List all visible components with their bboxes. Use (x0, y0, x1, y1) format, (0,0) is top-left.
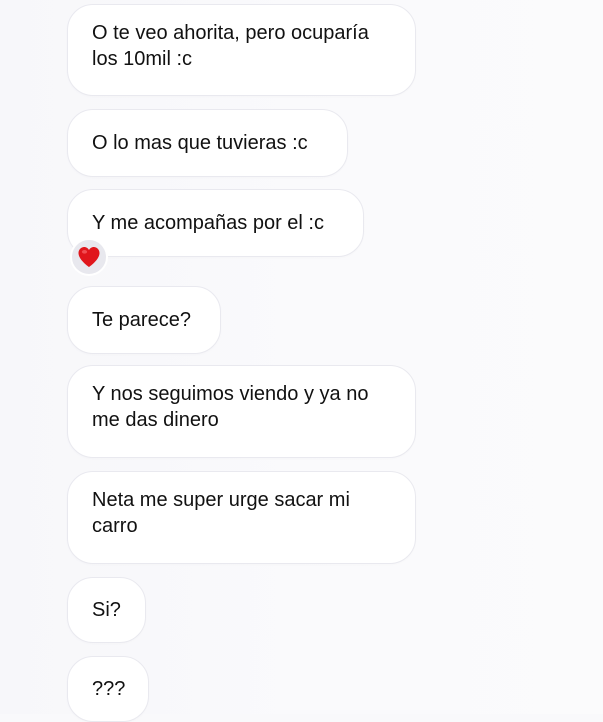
message-bubble-2[interactable]: O lo mas que tuvieras :c (67, 109, 348, 177)
message-text: ??? (92, 678, 126, 700)
heart-reaction[interactable] (70, 238, 108, 276)
message-bubble-5[interactable]: Y nos seguimos viendo y ya no me das din… (67, 365, 416, 458)
message-bubble-3[interactable]: Y me acompañas por el :c (67, 189, 364, 257)
message-bubble-4[interactable]: Te parece? (67, 286, 221, 354)
message-text: Y me acompañas por el :c (92, 212, 324, 234)
message-text: Y nos seguimos viendo y ya no me das din… (92, 383, 375, 431)
message-bubble-6[interactable]: Neta me super urge sacar mi carro (67, 471, 416, 564)
message-thread: O te veo ahorita, pero ocuparía los 10mi… (0, 0, 603, 722)
message-text: O lo mas que tuvieras :c (92, 132, 308, 154)
message-text: Te parece? (92, 309, 191, 331)
heart-icon (78, 247, 100, 267)
message-text: Si? (92, 599, 121, 621)
message-text: Neta me super urge sacar mi carro (92, 489, 356, 537)
message-text: O te veo ahorita, pero ocuparía los 10mi… (92, 22, 375, 70)
message-bubble-8[interactable]: ??? (67, 656, 149, 722)
message-bubble-1[interactable]: O te veo ahorita, pero ocuparía los 10mi… (67, 4, 416, 96)
message-bubble-7[interactable]: Si? (67, 577, 146, 643)
